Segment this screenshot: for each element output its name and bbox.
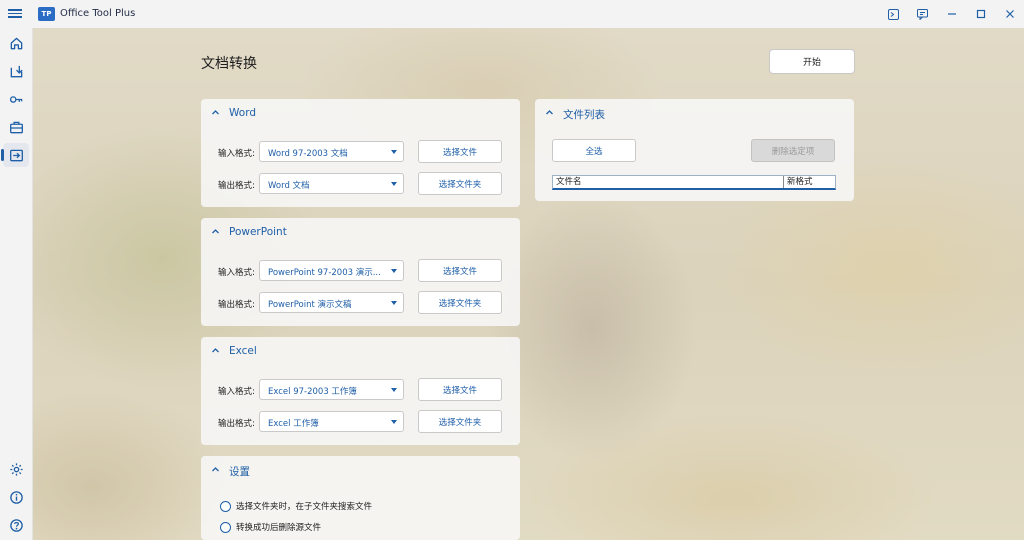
hamburger-menu-icon[interactable] bbox=[8, 7, 22, 21]
about-icon[interactable] bbox=[3, 485, 29, 509]
chevron-up-icon bbox=[212, 110, 219, 115]
radio-button[interactable] bbox=[220, 521, 231, 533]
powerpoint-input-format-select[interactable]: PowerPoint 97-2003 演示... bbox=[259, 260, 404, 281]
word-input-format-select[interactable]: Word 97-2003 文档 bbox=[259, 141, 404, 162]
page-title: 文档转换 bbox=[201, 56, 257, 72]
excel-output-label: 输出格式: bbox=[218, 419, 255, 429]
start-button[interactable]: 开始 bbox=[769, 49, 855, 74]
settings-card-title: 设置 bbox=[229, 466, 250, 478]
app-title: Office Tool Plus bbox=[60, 8, 136, 19]
file-list-card: 文件列表 全选 删除选定项 文件名 新格式 bbox=[535, 99, 854, 201]
radio-button[interactable] bbox=[220, 500, 231, 512]
powerpoint-input-label: 输入格式: bbox=[218, 268, 255, 278]
powerpoint-output-format-select[interactable]: PowerPoint 演示文稿 bbox=[259, 292, 404, 313]
terminal-icon[interactable] bbox=[879, 0, 908, 28]
word-select-file-button[interactable]: 选择文件 bbox=[418, 140, 502, 163]
delete-source-option[interactable]: 转换成功后删除源文件 bbox=[220, 521, 321, 533]
background-scenery bbox=[32, 28, 1024, 540]
word-card-header[interactable]: Word bbox=[201, 99, 520, 127]
excel-card: Excel 输入格式: Excel 97-2003 工作簿 选择文件 输出格式:… bbox=[201, 337, 520, 445]
word-output-label: 输出格式: bbox=[218, 181, 255, 191]
chevron-up-icon bbox=[212, 229, 219, 234]
powerpoint-card: PowerPoint 输入格式: PowerPoint 97-2003 演示..… bbox=[201, 218, 520, 326]
column-header-filename[interactable]: 文件名 bbox=[553, 176, 784, 188]
search-subfolders-option[interactable]: 选择文件夹时，在子文件夹搜索文件 bbox=[220, 500, 372, 512]
app-logo: TP bbox=[38, 7, 55, 21]
delete-source-label: 转换成功后删除源文件 bbox=[236, 523, 322, 533]
maximize-icon[interactable] bbox=[966, 0, 995, 28]
word-select-folder-button[interactable]: 选择文件夹 bbox=[418, 172, 502, 195]
dropdown-arrow-icon bbox=[391, 269, 397, 273]
minimize-icon[interactable] bbox=[937, 0, 966, 28]
powerpoint-select-file-button[interactable]: 选择文件 bbox=[418, 259, 502, 282]
dropdown-arrow-icon bbox=[391, 420, 397, 424]
excel-output-format-value: Excel 工作簿 bbox=[268, 419, 319, 429]
file-list-card-header[interactable]: 文件列表 bbox=[535, 99, 854, 127]
toolbox-icon[interactable] bbox=[3, 115, 29, 139]
chevron-up-icon bbox=[212, 348, 219, 353]
close-icon[interactable] bbox=[995, 0, 1024, 28]
select-all-button[interactable]: 全选 bbox=[552, 139, 636, 162]
excel-select-folder-button[interactable]: 选择文件夹 bbox=[418, 410, 502, 433]
powerpoint-input-format-value: PowerPoint 97-2003 演示... bbox=[268, 268, 381, 278]
excel-input-label: 输入格式: bbox=[218, 387, 255, 397]
settings-icon[interactable] bbox=[3, 457, 29, 481]
dropdown-arrow-icon bbox=[391, 301, 397, 305]
title-bar: TP Office Tool Plus bbox=[0, 0, 1024, 28]
file-list-card-title: 文件列表 bbox=[563, 109, 605, 121]
deploy-icon[interactable] bbox=[3, 59, 29, 83]
settings-card-header[interactable]: 设置 bbox=[201, 456, 520, 484]
window-controls bbox=[879, 0, 1024, 28]
chevron-up-icon bbox=[546, 110, 553, 115]
home-icon[interactable] bbox=[3, 31, 29, 55]
left-nav bbox=[0, 28, 33, 540]
dropdown-arrow-icon bbox=[391, 150, 397, 154]
chevron-up-icon bbox=[212, 467, 219, 472]
dropdown-arrow-icon bbox=[391, 388, 397, 392]
excel-card-header[interactable]: Excel bbox=[201, 337, 520, 365]
search-subfolders-label: 选择文件夹时，在子文件夹搜索文件 bbox=[236, 502, 373, 512]
word-output-format-select[interactable]: Word 文档 bbox=[259, 173, 404, 194]
dropdown-arrow-icon bbox=[391, 182, 397, 186]
powerpoint-select-folder-button[interactable]: 选择文件夹 bbox=[418, 291, 502, 314]
powerpoint-output-format-value: PowerPoint 演示文稿 bbox=[268, 300, 352, 310]
settings-card: 设置 选择文件夹时，在子文件夹搜索文件 转换成功后删除源文件 bbox=[201, 456, 520, 540]
word-input-format-value: Word 97-2003 文档 bbox=[268, 149, 348, 159]
word-card-title: Word bbox=[229, 107, 256, 119]
word-output-format-value: Word 文档 bbox=[268, 181, 310, 191]
remove-selected-button[interactable]: 删除选定项 bbox=[751, 139, 835, 162]
powerpoint-card-header[interactable]: PowerPoint bbox=[201, 218, 520, 246]
excel-input-format-value: Excel 97-2003 工作簿 bbox=[268, 387, 357, 397]
excel-select-file-button[interactable]: 选择文件 bbox=[418, 378, 502, 401]
excel-card-title: Excel bbox=[229, 345, 257, 357]
feedback-icon[interactable] bbox=[908, 0, 937, 28]
help-icon[interactable] bbox=[3, 513, 29, 537]
word-card: Word 输入格式: Word 97-2003 文档 选择文件 输出格式: Wo… bbox=[201, 99, 520, 207]
convert-icon[interactable] bbox=[1, 143, 29, 167]
excel-output-format-select[interactable]: Excel 工作簿 bbox=[259, 411, 404, 432]
excel-input-format-select[interactable]: Excel 97-2003 工作簿 bbox=[259, 379, 404, 400]
file-table[interactable]: 文件名 新格式 bbox=[552, 175, 836, 190]
column-header-new-format[interactable]: 新格式 bbox=[784, 176, 835, 188]
word-input-label: 输入格式: bbox=[218, 149, 255, 159]
powerpoint-card-title: PowerPoint bbox=[229, 226, 287, 238]
powerpoint-output-label: 输出格式: bbox=[218, 300, 255, 310]
activate-icon[interactable] bbox=[3, 87, 29, 111]
